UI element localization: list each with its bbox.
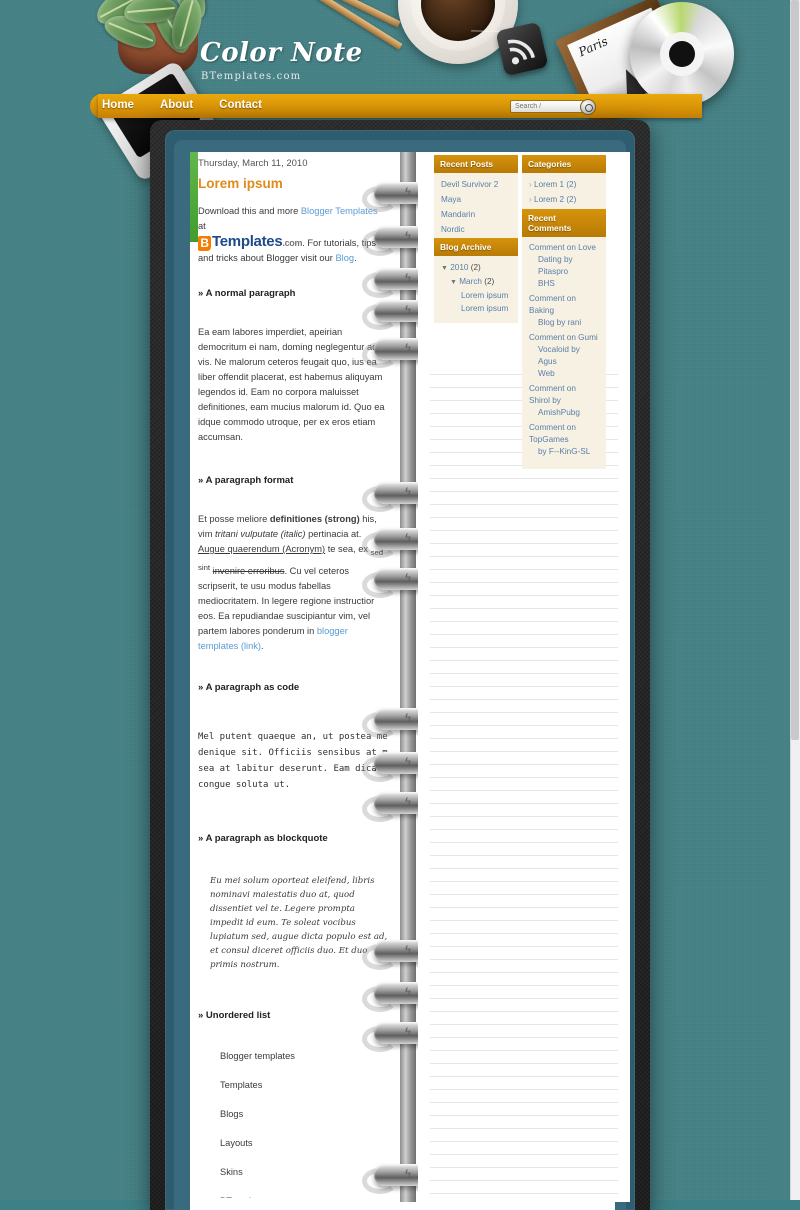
nav-item-contact[interactable]: Contact — [219, 99, 262, 111]
sidebar: Recent Posts Devil Survivor 2 Maya Manda… — [418, 152, 630, 1202]
format-paragraph-text: Et posse meliore definitiones (strong) h… — [198, 512, 388, 654]
comment-line: Comment on TopGames — [529, 423, 576, 444]
unordered-list: Blogger templates Templates Blogs Layout… — [198, 1051, 388, 1198]
comment-line: AmishPubg — [538, 408, 580, 417]
list-item: Templates — [220, 1079, 263, 1090]
post-title: Lorem ipsum — [198, 176, 283, 191]
chevron-down-icon[interactable]: ▼ — [450, 279, 457, 286]
comment-line: BHS — [538, 279, 555, 288]
recent-post-link[interactable]: Nordic — [441, 223, 511, 236]
comment-line: Blog by rani — [538, 318, 582, 327]
section-unordered-list: » Unordered list — [198, 1009, 271, 1021]
site-subtitle: BTemplates.com — [201, 71, 302, 82]
spiral-binding — [400, 152, 416, 1202]
code-block: Mel putent quaeque an, ut postea melius … — [198, 731, 388, 790]
section-normal-paragraph: » A normal paragraph — [198, 288, 296, 299]
scrollbar-track[interactable] — [790, 0, 800, 1200]
post-date: Thursday, March 11, 2010 — [198, 158, 308, 169]
archive-post-link[interactable]: Lorem ipsum — [441, 302, 511, 315]
widget-recent-comments: Recent Comments Comment on Love Dating b… — [522, 209, 606, 469]
blogger-templates-link[interactable]: Blogger Templates — [301, 206, 378, 216]
normal-paragraph-text: Ea eam labores imperdiet, apeirian democ… — [198, 327, 385, 442]
search-icon[interactable] — [580, 99, 596, 115]
archive-month[interactable]: March — [459, 277, 482, 286]
widget-body: Comment on Love Dating by Pitaspro BHS C… — [522, 237, 606, 469]
btemplates-name: Templates — [212, 233, 283, 250]
widget-title: Blog Archive — [434, 238, 518, 256]
post-content: Thursday, March 11, 2010 Lorem ipsum Dow… — [198, 158, 388, 1198]
fmt-acronym: Augue quaerendum (Acronym) — [198, 544, 326, 554]
site-header: Color Note BTemplates.com — [0, 38, 800, 98]
list-item: BTemplates — [220, 1196, 388, 1198]
comment-line: Vocaloid by Agus — [538, 345, 580, 366]
section-paragraph-blockquote: » A paragraph as blockquote — [198, 832, 328, 844]
btemplates-b-badge: B — [198, 236, 211, 251]
chevron-down-icon[interactable]: ▼ — [441, 265, 448, 272]
fmt-p6: . — [261, 640, 264, 651]
search-input[interactable] — [511, 102, 591, 111]
category-link[interactable]: Lorem 1 (2) — [529, 178, 599, 191]
fmt-sub: sed — [370, 547, 384, 557]
section-paragraph-format: » A paragraph format — [198, 475, 294, 486]
intro-end: . — [354, 253, 357, 263]
comment-item[interactable]: Comment on Gumi Vocaloid by Agus Web — [529, 332, 599, 380]
fmt-p1: Et posse meliore — [198, 514, 270, 524]
comment-item[interactable]: Comment on Baking Blog by rani — [529, 293, 599, 329]
nav-item-home[interactable]: Home — [102, 99, 134, 111]
archive-year-row[interactable]: ▼ 2010 (2) — [441, 261, 511, 275]
archive-year-count: (2) — [470, 263, 481, 272]
category-link[interactable]: Lorem 2 (2) — [529, 193, 599, 206]
fmt-p3: pertinacia at. — [305, 529, 362, 539]
site-title: Color Note — [200, 38, 363, 68]
recent-post-link[interactable]: Mandarin — [441, 208, 511, 221]
comment-line: Comment on Gumi — [529, 333, 598, 342]
ruled-paper-lines — [430, 362, 618, 1202]
comment-item[interactable]: Comment on TopGames by F--KinG-SL — [529, 422, 599, 458]
comment-line: Comment on Love — [529, 243, 596, 252]
widget-title: Recent Comments — [522, 209, 606, 237]
fmt-p4: te sea, ex — [325, 544, 371, 554]
blockquote-text: Eu mei solum oporteat eleifend, libris n… — [210, 875, 388, 970]
archive-month-row[interactable]: ▼ March (2) — [441, 275, 511, 289]
blog-link[interactable]: Blog — [335, 253, 354, 263]
nav-links: Home About Contact — [102, 99, 262, 111]
comment-item[interactable]: Comment on Love Dating by Pitaspro BHS — [529, 242, 599, 290]
widget-body: ▼ 2010 (2) ▼ March (2) Lorem ipsum Lorem… — [434, 256, 518, 323]
list-item: Blogs — [220, 1108, 244, 1119]
fmt-sup: sint — [198, 562, 211, 572]
list-item: Blogger templates — [220, 1050, 295, 1061]
post-accent-bar — [190, 152, 198, 242]
comment-line: Dating by Pitaspro — [538, 255, 573, 276]
recent-post-link[interactable]: Maya — [441, 193, 511, 206]
archive-month-count: (2) — [484, 277, 495, 286]
intro-mid: at — [198, 221, 206, 231]
btemplates-tld: .com — [282, 238, 303, 248]
nav-item-about[interactable]: About — [160, 99, 193, 111]
fmt-strong: definitiones (strong) — [269, 514, 360, 524]
btemplates-logo: B Templates.com — [198, 233, 303, 251]
fmt-italic: tritani vulputate (italic) — [215, 529, 306, 539]
widget-title: Recent Posts — [434, 155, 518, 173]
post-intro: Download this and more Blogger Templates… — [198, 204, 388, 266]
recent-post-link[interactable]: Devil Survivor 2 — [441, 178, 511, 191]
archive-year[interactable]: 2010 — [450, 263, 468, 272]
section-paragraph-code: » A paragraph as code — [198, 681, 300, 693]
list-item: Layouts — [220, 1137, 253, 1148]
scrollbar-thumb[interactable] — [791, 0, 799, 740]
comment-line: Web — [538, 369, 555, 378]
widget-title: Categories — [522, 155, 606, 173]
archive-post-link[interactable]: Lorem ipsum — [441, 289, 511, 302]
widget-blog-archive: Blog Archive ▼ 2010 (2) ▼ March (2) Lore… — [434, 238, 518, 323]
comment-line: Comment on Baking — [529, 294, 576, 315]
fmt-strike: invenire erroribus — [212, 565, 285, 576]
list-item: Skins — [220, 1166, 243, 1177]
comment-line: Comment on Shirol by — [529, 384, 576, 405]
comment-item[interactable]: Comment on Shirol by AmishPubg — [529, 383, 599, 419]
intro-pre: Download this and more — [198, 206, 301, 216]
comment-line: by F--KinG-SL — [538, 447, 591, 456]
